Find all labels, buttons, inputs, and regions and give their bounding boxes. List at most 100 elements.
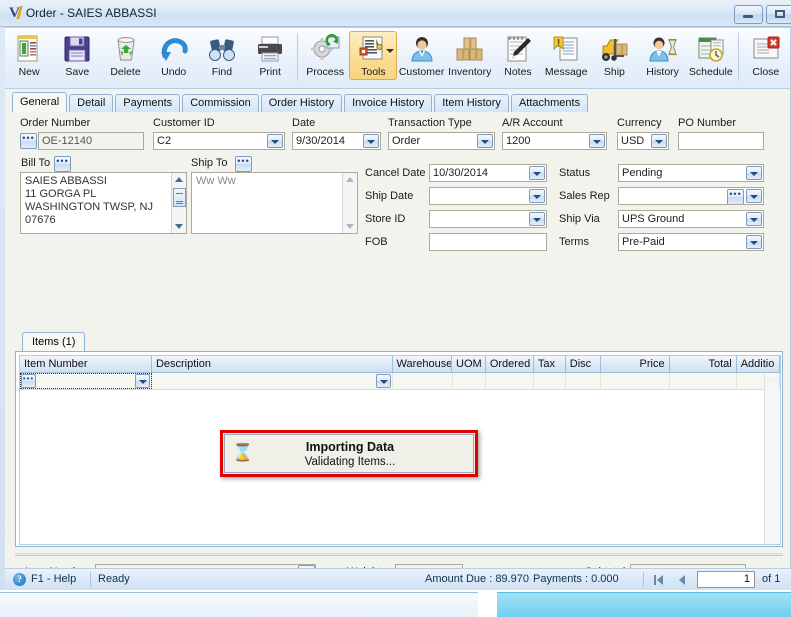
help-icon[interactable]: ? [13,573,26,586]
bill-to-scrollbar[interactable] [171,173,186,233]
table-row[interactable]: ••• [20,373,780,390]
history-button[interactable]: History [638,31,686,80]
chevron-down-icon[interactable] [746,166,762,180]
sales-rep-combo[interactable]: ••• [618,187,764,205]
cell-uom[interactable] [453,373,487,389]
ship-button[interactable]: Ship [590,31,638,80]
tab-invoice-history[interactable]: Invoice History [344,94,433,112]
customer-id-combo[interactable]: C2 [153,132,285,150]
chevron-down-icon[interactable] [651,134,667,148]
ar-account-combo[interactable]: 1200 [502,132,607,150]
tab-payments[interactable]: Payments [115,94,181,112]
cell-warehouse[interactable] [393,373,453,389]
col-warehouse[interactable]: Warehouse [393,356,453,372]
schedule-button[interactable]: Schedule [687,31,735,80]
ship-to-lookup-button[interactable]: ••• [235,156,252,172]
tools-button[interactable]: Tools [349,31,398,80]
customer-button[interactable]: Customer [397,31,445,80]
order-number-lookup-button[interactable]: ••• [20,133,37,149]
undo-button[interactable]: Undo [150,31,198,80]
tab-attachments[interactable]: Attachments [510,94,589,112]
scroll-down-icon[interactable] [344,220,357,233]
col-item-number[interactable]: Item Number [20,356,152,372]
bill-to-lookup-button[interactable]: ••• [54,156,71,172]
date-combo[interactable]: 9/30/2014 [292,132,381,150]
message-button[interactable]: Message [542,31,590,80]
page-number-input[interactable]: 1 [697,571,755,588]
tab-order-history[interactable]: Order History [260,94,343,112]
terms-combo[interactable]: Pre-Paid [618,233,764,251]
chevron-down-icon[interactable] [267,134,283,148]
chevron-down-icon[interactable] [376,374,392,388]
scroll-thumb[interactable] [765,374,779,382]
items-grid-scrollbar[interactable] [764,374,779,544]
status-divider-1 [90,572,91,587]
tab-detail[interactable]: Detail [69,94,114,112]
delete-button[interactable]: Delete [101,31,149,80]
status-combo[interactable]: Pending [618,164,764,182]
scroll-down-icon[interactable] [173,220,186,233]
cell-description[interactable] [152,373,394,389]
currency-combo[interactable]: USD [617,132,669,150]
chevron-down-icon[interactable] [386,49,395,53]
previous-record-button[interactable] [675,572,691,588]
col-total[interactable]: Total [670,356,737,372]
chevron-down-icon[interactable] [746,189,762,203]
scroll-thumb[interactable] [173,188,186,207]
notes-button[interactable]: Notes [494,31,542,80]
save-button[interactable]: Save [53,31,101,80]
order-number-input[interactable]: OE-12140 [38,132,144,150]
cell-ordered[interactable] [486,373,535,389]
ship-via-combo[interactable]: UPS Ground [618,210,764,228]
first-record-button[interactable] [651,572,667,588]
find-button[interactable]: Find [198,31,246,80]
cell-disc[interactable] [566,373,601,389]
col-ordered[interactable]: Ordered [486,356,534,372]
items-grid-header: Item Number Description Warehouse UOM Or… [20,356,780,373]
chevron-down-icon[interactable] [746,235,762,249]
cell-total[interactable] [670,373,737,389]
close-button[interactable]: Close [742,31,790,80]
items-tab[interactable]: Items (1) [22,332,86,351]
chevron-down-icon[interactable] [477,134,493,148]
transaction-type-combo[interactable]: Order [388,132,495,150]
print-button[interactable]: Print [246,31,294,80]
ship-to-scrollbar[interactable] [342,173,357,233]
tab-commission[interactable]: Commission [182,94,259,112]
chevron-down-icon[interactable] [589,134,605,148]
cell-item-number[interactable]: ••• [20,373,153,389]
scroll-up-icon[interactable] [173,173,186,186]
cell-price[interactable] [601,373,670,389]
scroll-up-icon[interactable] [344,173,357,186]
ship-to-textarea[interactable]: Ww Ww [191,172,358,234]
ship-date-combo[interactable] [429,187,547,205]
col-price[interactable]: Price [601,356,670,372]
new-button[interactable]: New [5,31,53,80]
col-additional[interactable]: Additio [737,356,780,372]
col-uom[interactable]: UOM [452,356,486,372]
chevron-down-icon[interactable] [135,374,151,388]
chevron-down-icon[interactable] [529,166,545,180]
store-id-combo[interactable] [429,210,547,228]
cell-tax[interactable] [534,373,567,389]
col-description[interactable]: Description [152,356,393,372]
tab-general[interactable]: General [12,92,68,112]
help-text[interactable]: F1 - Help [31,569,76,590]
col-disc[interactable]: Disc [566,356,601,372]
sales-rep-lookup-button[interactable]: ••• [727,189,744,204]
fob-input[interactable] [429,233,547,251]
chevron-down-icon[interactable] [529,189,545,203]
item-lookup-button[interactable]: ••• [21,374,36,388]
po-number-input[interactable] [678,132,764,150]
tab-item-history[interactable]: Item History [434,94,509,112]
inventory-button[interactable]: Inventory [446,31,494,80]
bill-to-textarea[interactable]: SAIES ABBASSI 11 GORGA PL WASHINGTON TWS… [20,172,187,234]
col-tax[interactable]: Tax [534,356,566,372]
chevron-down-icon[interactable] [363,134,379,148]
chevron-down-icon[interactable] [746,212,762,226]
chevron-down-icon[interactable] [529,212,545,226]
process-button[interactable]: Process [301,31,349,80]
minimize-button[interactable] [734,5,763,24]
maximize-button[interactable] [766,5,791,24]
cancel-date-combo[interactable]: 10/30/2014 [429,164,547,182]
